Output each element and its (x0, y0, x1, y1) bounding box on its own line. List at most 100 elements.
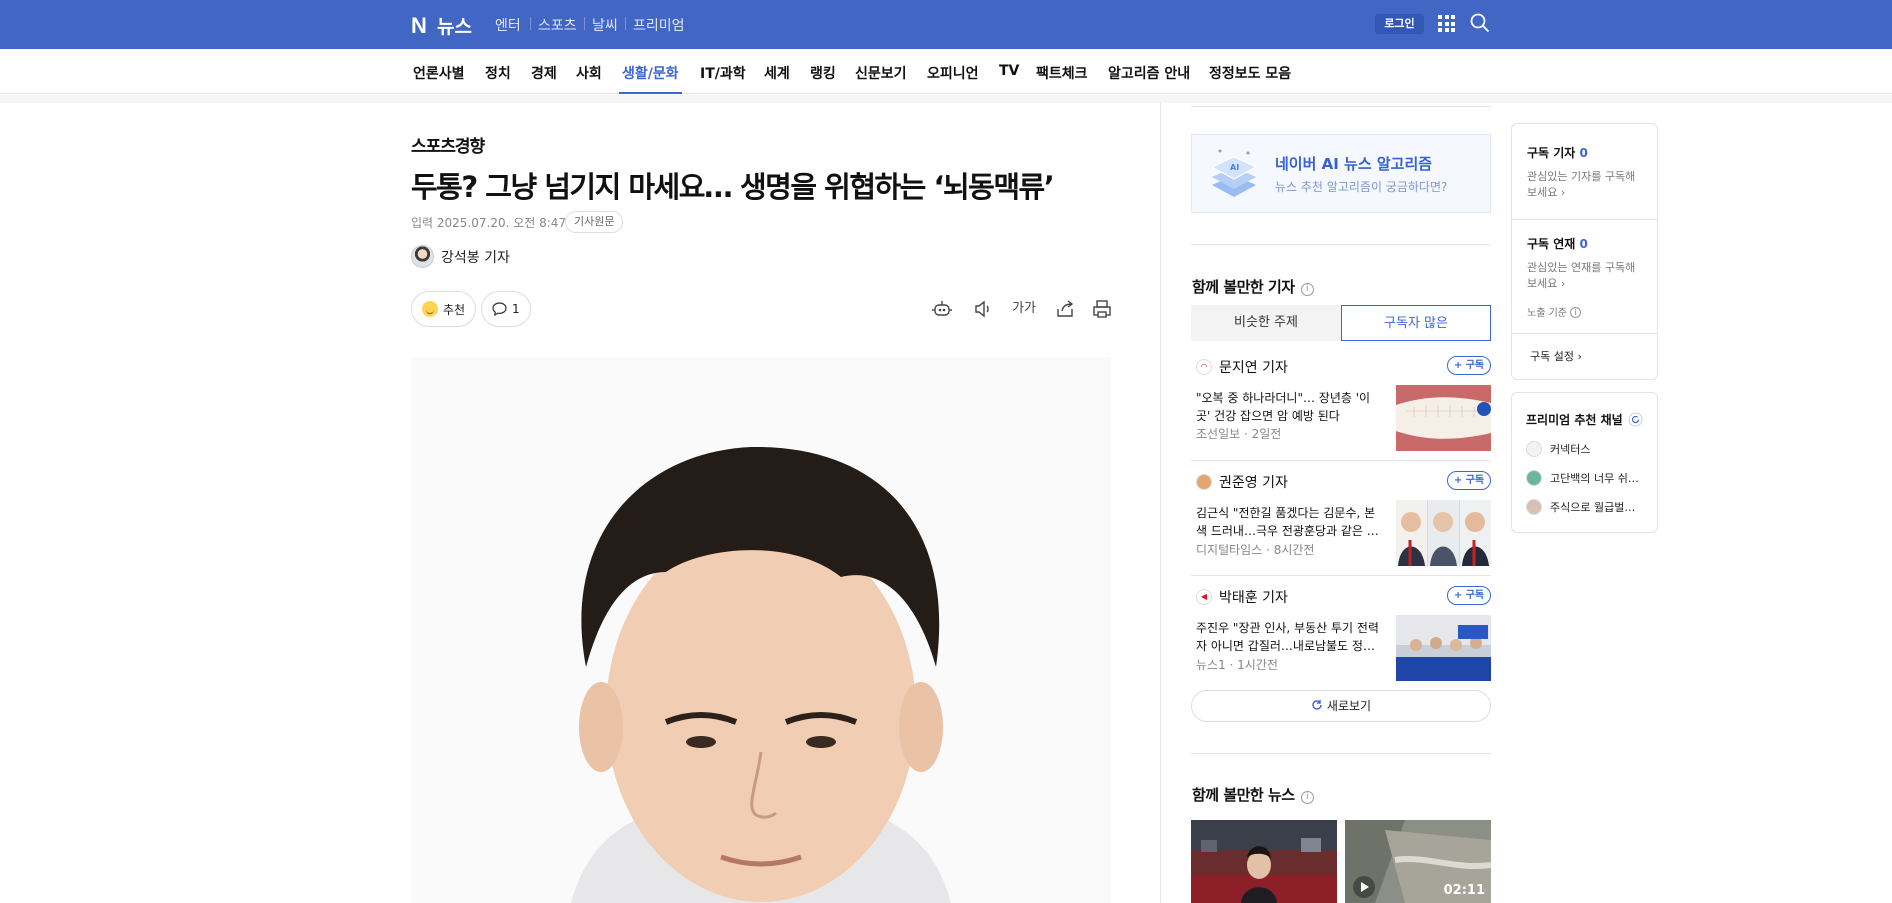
subscribe-button[interactable]: + 구독 (1447, 471, 1491, 490)
nav-item-society[interactable]: 사회 (576, 63, 602, 83)
login-button[interactable]: 로그인 (1375, 14, 1424, 34)
comment-icon (492, 302, 507, 316)
nav-item-algorithm[interactable]: 알고리즘 안내 (1108, 63, 1190, 83)
press-name[interactable]: 스포츠경향 (411, 132, 485, 157)
premium-channel-item[interactable]: 고단백의 너무 쉬… (1526, 470, 1643, 486)
smile-icon (422, 301, 438, 317)
nav-item-politics[interactable]: 정치 (485, 63, 511, 83)
top-bar: N 뉴스 엔터 스포츠 날씨 프리미엄 로그인 (0, 0, 1892, 49)
nav-item-factcheck[interactable]: 팩트체크 (1036, 63, 1088, 83)
sidebar-top-divider (1191, 106, 1491, 107)
recommend-button[interactable]: 추천 (411, 291, 477, 327)
nav-shadow (0, 95, 1892, 103)
reporter-article-title[interactable]: 김근식 "전한길 품겠다는 김문수, 본색 드러내…극우 전광훈당과 같은 … (1196, 504, 1381, 540)
reporter-article-meta: 디지털타임스 · 8시간전 (1196, 543, 1315, 557)
naver-news-logo[interactable]: N 뉴스 (411, 12, 472, 39)
nav-item-corrections[interactable]: 정정보도 모음 (1209, 63, 1291, 83)
subscribed-reporters[interactable]: 구독 기자 0 관심있는 기자를 구독해보세요 › (1527, 144, 1645, 201)
reporter-item[interactable]: ◀ 박태훈 기자 (1196, 587, 1288, 607)
nav-item-economy[interactable]: 경제 (531, 63, 557, 83)
service-link-premium[interactable]: 프리미엄 (633, 15, 685, 35)
reporter-article-thumbnail[interactable] (1396, 385, 1491, 451)
logo-text: 뉴스 (437, 16, 472, 38)
reporter-article-meta: 뉴스1 · 1시간전 (1196, 658, 1278, 672)
refresh-icon (1312, 700, 1322, 710)
channel-logo (1526, 499, 1542, 515)
news-thumbnail[interactable] (1191, 820, 1337, 903)
nav-item-world[interactable]: 세계 (764, 63, 790, 83)
service-link-sports[interactable]: 스포츠 (538, 15, 577, 35)
refresh-icon[interactable] (1628, 412, 1643, 427)
subscribed-series[interactable]: 구독 연재 0 관심있는 연재를 구독해보세요 › 노출 기준 i (1527, 235, 1645, 319)
reporter-avatar (1196, 474, 1212, 490)
refresh-button[interactable]: 새로보기 (1191, 690, 1491, 722)
nav-item-it-science[interactable]: IT/과학 (700, 63, 746, 83)
ai-algorithm-banner[interactable]: AI 네이버 AI 뉴스 알고리즘 뉴스 추천 알고리즘이 궁금하다면? (1191, 134, 1491, 213)
author[interactable]: 강석봉 기자 (411, 245, 510, 268)
nav-item-newspaper[interactable]: 신문보기 (855, 63, 907, 83)
nav-item-opinion[interactable]: 오피니언 (927, 63, 979, 83)
subscribe-button[interactable]: + 구독 (1447, 586, 1491, 605)
column-divider (1160, 103, 1161, 903)
naver-n-icon: N (411, 12, 427, 38)
together-news-title: 함께 볼만한 뉴스 i (1192, 784, 1314, 805)
original-article-button[interactable]: 기사원문 (565, 211, 624, 233)
reporter-article-title[interactable]: 주진우 "장관 인사, 부동산 투기 전력자 아니면 갑질러…내로남불도 정… (1196, 619, 1381, 655)
nav-item-tv[interactable]: TV (999, 63, 1019, 79)
reporter-article-thumbnail[interactable] (1396, 500, 1491, 566)
news-video-thumbnail[interactable]: 02:11 (1345, 820, 1491, 903)
service-menu-icon[interactable] (1438, 15, 1455, 32)
ai-cube-icon: AI (1210, 149, 1258, 197)
speaker-icon[interactable] (972, 298, 994, 320)
play-icon[interactable] (1353, 876, 1375, 898)
reporter-item[interactable]: 권준영 기자 (1196, 472, 1288, 492)
reporter-divider (1191, 460, 1491, 461)
search-icon[interactable] (1470, 13, 1490, 33)
reporter-article-title[interactable]: "오복 중 하나라더니"… 장년층 '이곳' 건강 잡으면 암 예방 된다 (1196, 389, 1381, 425)
ai-banner-subtitle: 뉴스 추천 알고리즘이 궁금하다면? (1275, 180, 1448, 194)
print-icon[interactable] (1091, 298, 1113, 320)
share-icon[interactable] (1054, 298, 1076, 320)
service-divider (530, 17, 531, 30)
info-icon[interactable]: i (1300, 791, 1314, 804)
service-link-enter[interactable]: 엔터 (495, 15, 521, 35)
reporter-name: 권준영 기자 (1219, 475, 1288, 491)
font-size-button[interactable]: 가가 (1010, 298, 1038, 320)
service-divider (625, 17, 626, 30)
recommend-label: 추천 (443, 302, 466, 317)
sidebar-divider (1191, 244, 1491, 245)
service-divider (584, 17, 585, 30)
author-avatar (411, 245, 434, 268)
tab-most-subscribed[interactable]: 구독자 많은 (1341, 305, 1491, 341)
tab-similar-topic[interactable]: 비슷한 주제 (1191, 305, 1341, 341)
reporter-article-thumbnail[interactable] (1396, 615, 1491, 681)
nav-item-ranking[interactable]: 랭킹 (810, 63, 836, 83)
nav-item-life-culture[interactable]: 생활/문화 (622, 63, 679, 83)
sidebar-divider (1191, 753, 1491, 754)
premium-channel-item[interactable]: 주식으로 월급벌… (1526, 499, 1643, 515)
svg-text:AI: AI (1230, 163, 1239, 172)
info-icon[interactable]: i (1300, 283, 1314, 296)
summary-bot-icon[interactable] (931, 298, 953, 320)
reporter-name: 박태훈 기자 (1219, 590, 1288, 606)
channel-logo (1526, 470, 1542, 486)
press-logo-icon: ◠ (1196, 359, 1212, 375)
reporter-divider (1191, 575, 1491, 576)
nav-item-press[interactable]: 언론사별 (413, 63, 465, 83)
article-photo (411, 357, 1111, 903)
category-nav: 언론사별 정치 경제 사회 생활/문화 IT/과학 세계 랭킹 신문보기 오피니… (0, 49, 1892, 94)
premium-channel-item[interactable]: 커넥터스 (1526, 441, 1643, 457)
premium-channels-card: 프리미엄 추천 채널 커넥터스 고단백의 너무 쉬… 주식으로 월급벌… (1511, 392, 1658, 533)
comment-button[interactable]: 1 (481, 291, 531, 327)
subscribe-button[interactable]: + 구독 (1447, 356, 1491, 375)
service-link-weather[interactable]: 날씨 (592, 15, 618, 35)
reporter-name: 문지연 기자 (1219, 360, 1288, 376)
reporter-item[interactable]: ◠ 문지연 기자 (1196, 357, 1288, 377)
subscription-settings-link[interactable]: 구독 설정 › (1530, 348, 1582, 364)
reporter-tabs: 비슷한 주제 구독자 많은 (1191, 305, 1491, 341)
article-date: 입력 2025.07.20. 오전 8:47 (411, 216, 567, 230)
info-icon[interactable]: i (1569, 307, 1581, 318)
card-divider (1512, 219, 1657, 220)
video-duration: 02:11 (1443, 883, 1485, 898)
channel-logo (1526, 441, 1542, 457)
